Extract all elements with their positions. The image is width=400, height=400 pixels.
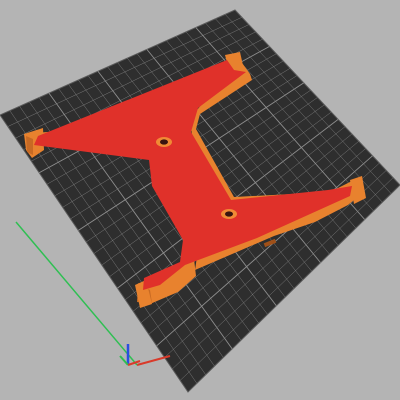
- 3d-viewport[interactable]: [0, 0, 400, 400]
- x-axis-line: [136, 355, 171, 366]
- slicer-scene[interactable]: [0, 0, 400, 400]
- xyz-axes-icon: [119, 344, 141, 366]
- mounting-hole-upper: [156, 137, 172, 147]
- mounting-hole-lower: [221, 209, 237, 219]
